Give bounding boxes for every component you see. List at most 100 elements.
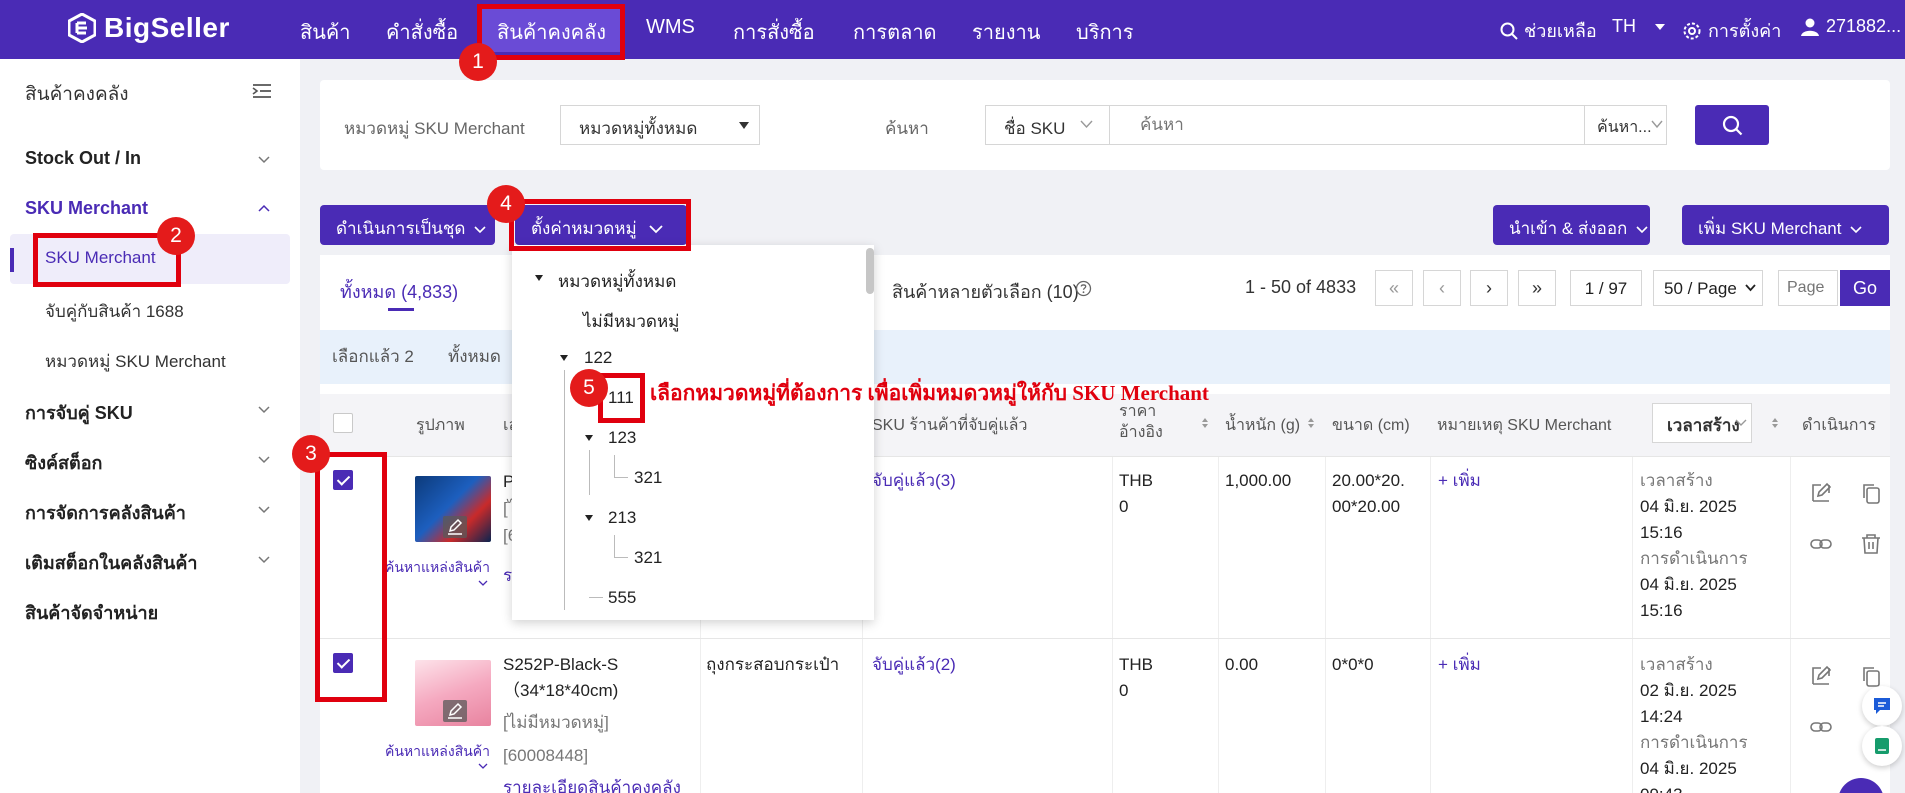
dropdown-option-all[interactable]: หมวดหมู่ทั้งหมด: [558, 268, 676, 295]
edit-image-icon[interactable]: [443, 516, 467, 538]
search-input[interactable]: [1109, 105, 1585, 145]
nav-inventory[interactable]: สินค้าคงคลัง: [481, 7, 623, 52]
add-sku-merchant-label: เพิ่ม SKU Merchant: [1698, 219, 1842, 238]
tab-variants[interactable]: สินค้าหลายตัวเลือก (10): [892, 277, 1079, 306]
select-all-checkbox[interactable]: [333, 413, 353, 433]
sidebar-group-sku-merchant[interactable]: SKU Merchant: [25, 198, 148, 219]
sidebar-group-stock-sync[interactable]: ซิงค์สต็อก: [25, 448, 102, 477]
created-time: 02 มิ.ย. 2025 14:24: [1640, 681, 1737, 726]
matched-sku-link[interactable]: จับคู่แล้ว(3): [872, 468, 956, 494]
last-page-button[interactable]: »: [1518, 270, 1556, 306]
edit-image-icon[interactable]: [443, 700, 467, 722]
sku-category: [ไม่มีหมวดหมู่]: [503, 713, 609, 732]
tree-expand-icon[interactable]: [535, 275, 543, 281]
nav-reports[interactable]: รายงาน: [972, 16, 1040, 48]
tab-all[interactable]: ทั้งหมด (4,833): [340, 277, 458, 306]
tree-node-213[interactable]: 213: [608, 508, 636, 528]
go-button[interactable]: Go: [1840, 270, 1890, 306]
price-currency: THB: [1119, 655, 1153, 674]
link-icon[interactable]: [1809, 715, 1833, 739]
first-page-button[interactable]: «: [1375, 270, 1413, 306]
edit-icon[interactable]: [1809, 664, 1833, 688]
chevron-down-icon: [1735, 419, 1747, 426]
prev-page-button[interactable]: ‹: [1423, 270, 1461, 306]
trash-icon[interactable]: [1859, 532, 1883, 556]
sidebar-group-restock[interactable]: เติมสต็อกในคลังสินค้า: [25, 548, 198, 577]
dropdown-option-none[interactable]: ไม่มีหมวดหมู่: [583, 308, 679, 335]
nav-services[interactable]: บริการ: [1076, 16, 1134, 48]
collapse-menu-icon[interactable]: [252, 83, 272, 99]
chevron-down-icon: [1080, 120, 1093, 129]
sort-icon[interactable]: [1307, 416, 1315, 430]
copy-icon[interactable]: [1859, 664, 1883, 688]
inventory-detail-link[interactable]: รายละเอียดสินค้าคงคลัง: [503, 775, 681, 793]
sort-icon[interactable]: [1771, 416, 1779, 430]
guide-button[interactable]: [1862, 726, 1902, 766]
tree-expand-icon[interactable]: [585, 515, 593, 521]
tree-expand-icon[interactable]: [560, 355, 568, 361]
matched-sku-link[interactable]: จับคู่แล้ว(2): [872, 652, 956, 678]
sidebar-item-sku-merchant[interactable]: SKU Merchant: [45, 248, 156, 268]
nav-marketing[interactable]: การตลาด: [853, 16, 937, 48]
edit-icon[interactable]: [1809, 481, 1833, 505]
import-export-button[interactable]: นำเข้า & ส่งออก: [1493, 205, 1650, 245]
link-icon[interactable]: [1809, 532, 1833, 556]
select-all-link[interactable]: ทั้งหมด: [448, 344, 501, 370]
sidebar-group-stock-out-in[interactable]: Stock Out / In: [25, 148, 141, 169]
sidebar-item-1688-match[interactable]: จับคู่กับสินค้า 1688: [45, 298, 184, 325]
nav-orders[interactable]: คำสั่งซื้อ: [386, 16, 458, 48]
product-thumbnail[interactable]: [415, 660, 491, 726]
annotation-step-4: 4: [487, 185, 525, 223]
row-checkbox[interactable]: [333, 470, 353, 490]
set-category-button[interactable]: ตั้งค่าหมวดหมู่: [515, 205, 687, 245]
page-jump-input[interactable]: [1778, 270, 1838, 306]
search-button[interactable]: [1695, 105, 1769, 145]
sort-icon[interactable]: [1201, 416, 1209, 430]
nav-products[interactable]: สินค้า: [300, 16, 351, 48]
language-select[interactable]: TH: [1612, 16, 1666, 37]
sidebar-group-distribution[interactable]: สินค้าจัดจำหน่าย: [25, 598, 158, 627]
operation-label: การดำเนินการ: [1640, 733, 1748, 752]
nav-wms[interactable]: WMS: [646, 16, 695, 39]
category-filter-value: หมวดหมู่ทั้งหมด: [579, 119, 698, 138]
copy-icon[interactable]: [1859, 481, 1883, 505]
book-icon: [1875, 738, 1889, 754]
sidebar-active-indicator: [10, 248, 14, 272]
tree-expand-icon[interactable]: [585, 435, 593, 441]
chevron-down-icon[interactable]: [478, 763, 488, 770]
chat-button[interactable]: [1862, 686, 1902, 726]
help-circle-icon[interactable]: [1075, 280, 1092, 297]
tree-node-122[interactable]: 122: [584, 348, 612, 368]
product-thumbnail[interactable]: [415, 476, 491, 542]
category-filter-select[interactable]: หมวดหมู่ทั้งหมด: [560, 105, 760, 145]
add-note-link[interactable]: + เพิ่ม: [1438, 652, 1481, 678]
next-page-button[interactable]: ›: [1470, 270, 1508, 306]
add-note-link[interactable]: + เพิ่ม: [1438, 468, 1481, 494]
header-image: รูปภาพ: [416, 417, 465, 434]
sidebar-group-sku-matching[interactable]: การจับคู่ SKU: [25, 398, 133, 427]
tree-node-123[interactable]: 123: [608, 428, 636, 448]
category-dropdown: [512, 245, 874, 620]
row-checkbox[interactable]: [333, 653, 353, 673]
sidebar-item-sku-category[interactable]: หมวดหมู่ SKU Merchant: [45, 348, 226, 375]
nav-purchase[interactable]: การสั่งซื้อ: [733, 16, 815, 48]
find-source-link[interactable]: ค้นหาแหล่งสินค้า: [385, 741, 490, 763]
dropdown-scrollbar[interactable]: [866, 248, 874, 294]
tree-guide-line: [589, 597, 603, 598]
tree-node-321-b[interactable]: 321: [634, 548, 662, 568]
settings-link[interactable]: การตั้งค่า: [1682, 16, 1781, 45]
tree-node-321[interactable]: 321: [634, 468, 662, 488]
product-name: ถุงกระสอบกระเป๋า: [706, 655, 840, 674]
chevron-down-icon[interactable]: [478, 580, 488, 587]
add-sku-merchant-button[interactable]: เพิ่ม SKU Merchant: [1682, 205, 1889, 245]
user-menu[interactable]: 271882...: [1800, 16, 1901, 37]
tree-node-555[interactable]: 555: [608, 588, 636, 608]
logo[interactable]: BigSeller: [68, 12, 230, 44]
find-source-link[interactable]: ค้นหาแหล่งสินค้า: [385, 557, 490, 579]
help-link[interactable]: ช่วยเหลือ: [1500, 16, 1597, 45]
inventory-detail-link[interactable]: ร: [503, 563, 512, 589]
sidebar-group-warehouse-management[interactable]: การจัดการคลังสินค้า: [25, 498, 186, 527]
bulk-actions-button[interactable]: ดำเนินการเป็นชุด: [320, 205, 495, 245]
time-sort-value: เวลาสร้าง: [1667, 416, 1740, 435]
tree-node-111[interactable]: 111: [608, 388, 634, 408]
